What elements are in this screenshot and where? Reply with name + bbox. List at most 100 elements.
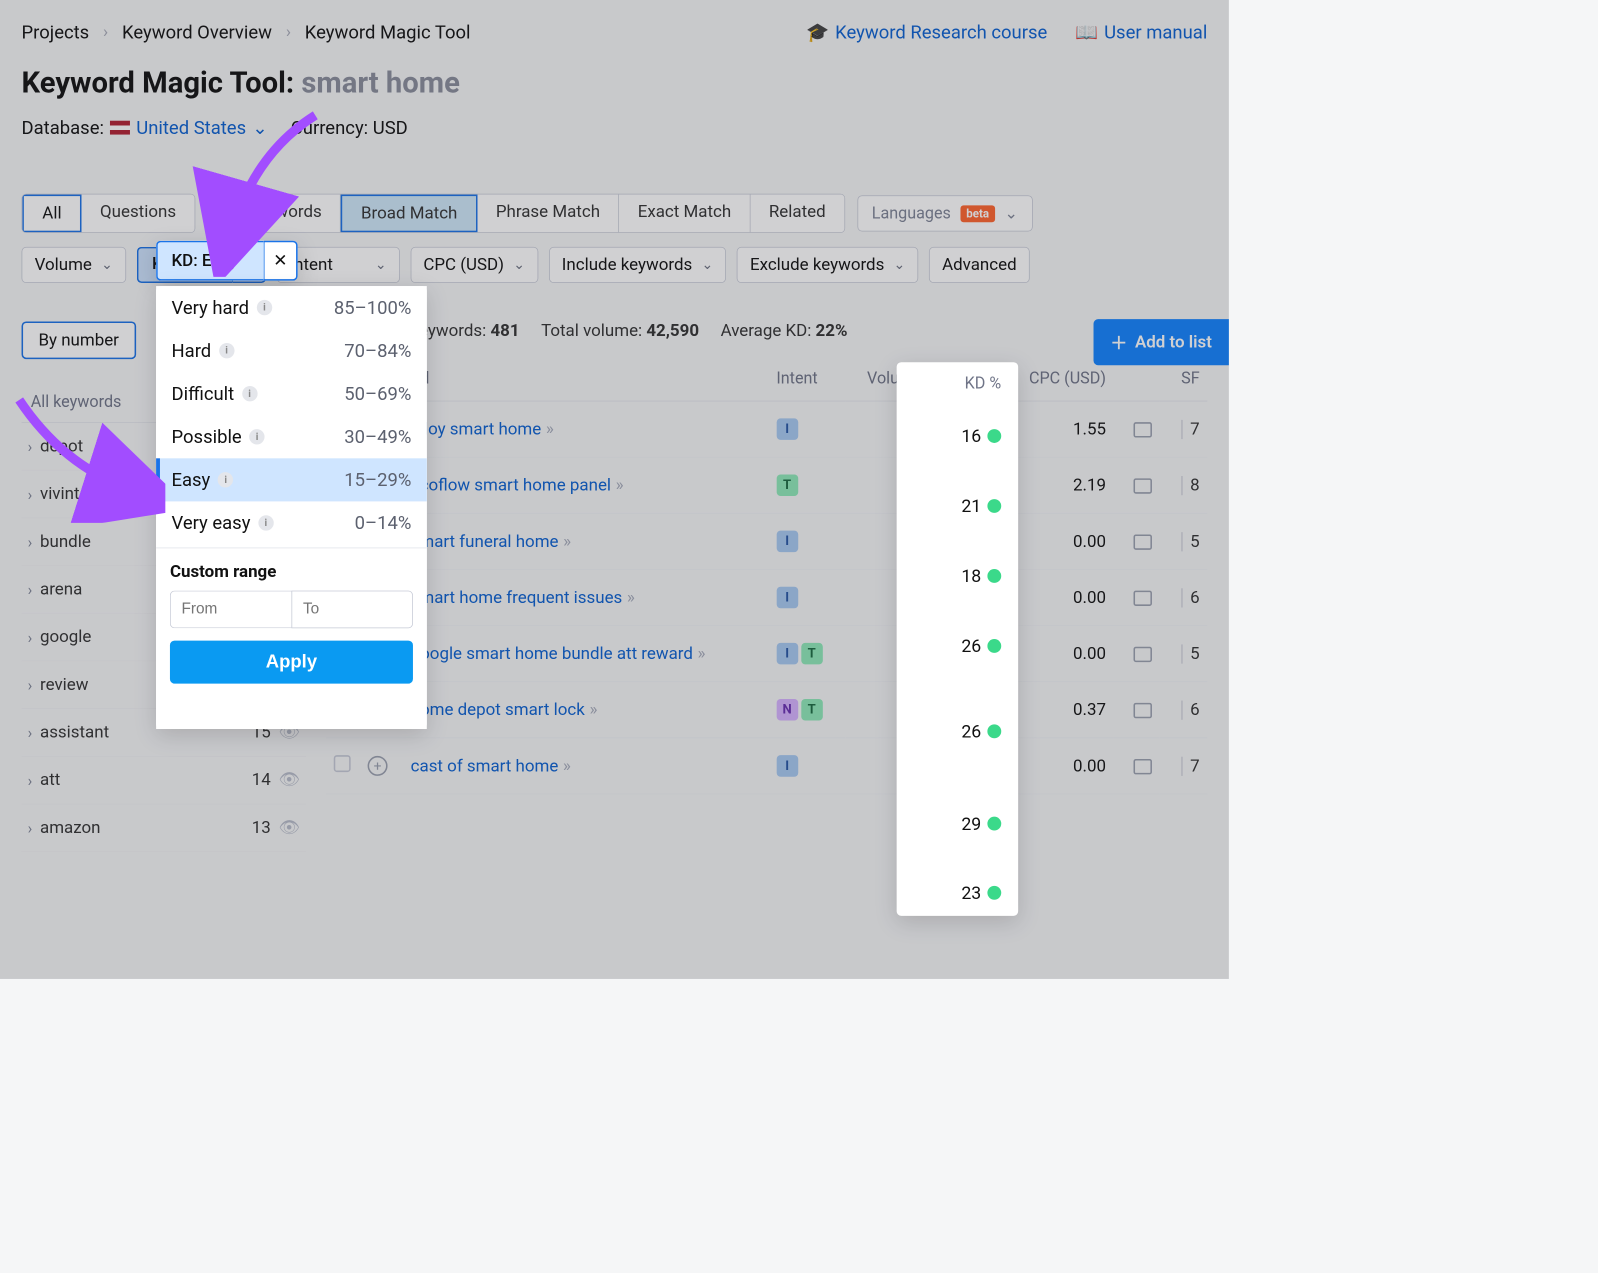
chevron-double-right-icon: » <box>563 532 571 551</box>
kd-option-very-easy[interactable]: Very easyi0–14% <box>156 501 427 544</box>
sidebar-item-att[interactable]: ›att 14👁 <box>22 757 307 805</box>
chevron-double-right-icon: » <box>546 419 554 438</box>
serp-icon[interactable] <box>1134 759 1152 774</box>
chevron-right-icon: › <box>28 819 33 837</box>
chevron-down-icon: ⌄ <box>101 257 113 273</box>
table-row: + google smart home bundle att reward» I… <box>326 626 1207 682</box>
table-row: + cast of smart home» I 590 23 0.00 7 <box>326 738 1207 794</box>
kd-option-range: 85–100% <box>334 297 412 319</box>
serp-icon[interactable] <box>1134 646 1152 661</box>
kd-option-range: 70–84% <box>344 340 411 362</box>
add-keyword-icon[interactable]: + <box>368 756 388 776</box>
kd-option-difficult[interactable]: Difficulti50–69% <box>156 372 427 415</box>
serp-icon[interactable] <box>1134 534 1152 549</box>
filter-include-keywords[interactable]: Include keywords⌄ <box>549 247 726 283</box>
serp-icon[interactable] <box>1134 478 1152 493</box>
col-intent[interactable]: Intent <box>769 358 845 401</box>
cell-cpc: 1.55 <box>1005 401 1114 457</box>
kd-option-range: 30–49% <box>344 426 411 448</box>
keyword-link[interactable]: home depot smart lock <box>411 700 585 719</box>
chevron-right-icon: › <box>28 628 33 646</box>
kd-dot-icon <box>987 886 1001 900</box>
kd-option-hard[interactable]: Hardi70–84% <box>156 329 427 372</box>
info-icon: i <box>257 300 272 315</box>
chevron-right-icon: › <box>103 23 108 42</box>
tab-questions[interactable]: Questions <box>82 195 195 233</box>
col-kd-spot[interactable]: KD % <box>897 362 1019 405</box>
kd-option-easy[interactable]: Easyi15–29% <box>156 458 427 501</box>
custom-range-to[interactable] <box>291 591 413 629</box>
kd-option-range: 15–29% <box>344 469 411 491</box>
sidebar-item-amazon[interactable]: ›amazon 13👁 <box>22 804 307 852</box>
custom-range-from[interactable] <box>170 591 292 629</box>
tab-broad-match[interactable]: Broad Match <box>341 195 477 233</box>
kd-col-cell: 23 <box>897 870 1019 916</box>
kd-option-possible[interactable]: Possiblei30–49% <box>156 415 427 458</box>
plus-icon: ＋ <box>1110 330 1127 355</box>
sidebar-item-label: att <box>40 771 60 790</box>
keyword-link[interactable]: ecoflow smart home panel <box>411 476 611 495</box>
table-row: + ecoflow smart home panel» T 1.0K 21 2.… <box>326 457 1207 513</box>
chevron-double-right-icon: » <box>698 644 706 663</box>
kd-option-very-hard[interactable]: Very hard i 85–100% <box>156 286 427 329</box>
add-to-list-button[interactable]: ＋Add to list <box>1093 319 1228 365</box>
keyword-link[interactable]: cast of smart home <box>411 756 559 775</box>
intent-badge-T: T <box>776 474 798 496</box>
kd-col-cell: 21 <box>897 467 1019 545</box>
crumb-projects[interactable]: Projects <box>22 22 90 44</box>
chevron-down-icon: ⌄ <box>701 257 713 273</box>
chevron-right-icon: › <box>28 723 33 741</box>
cell-cpc: 0.00 <box>1005 569 1114 625</box>
custom-range-label: Custom range <box>170 562 413 581</box>
row-checkbox[interactable] <box>334 755 351 772</box>
tab-phrase-match[interactable]: Phrase Match <box>477 195 619 233</box>
tab-all[interactable]: All <box>22 195 81 233</box>
link-research-course[interactable]: 🎓Keyword Research course <box>806 22 1047 44</box>
kd-col-cell: 18 <box>897 545 1019 607</box>
crumb-overview[interactable]: Keyword Overview <box>122 22 272 44</box>
serp-icon[interactable] <box>1134 422 1152 437</box>
link-user-manual[interactable]: 📖User manual <box>1075 22 1207 44</box>
kd-dot-icon <box>987 639 1001 653</box>
keyword-type-tabs: All Questions <box>22 194 196 233</box>
keyword-link[interactable]: google smart home bundle att reward <box>411 644 693 663</box>
kd-option-label: Very hard <box>171 297 249 319</box>
book-icon: 📖 <box>1075 22 1098 44</box>
apply-button[interactable]: Apply <box>170 641 413 684</box>
filter-exclude-keywords[interactable]: Exclude keywords⌄ <box>737 247 918 283</box>
filter-advanced[interactable]: Advanced <box>929 247 1030 283</box>
cell-sf: 7 <box>1181 756 1200 775</box>
database-selector[interactable]: Database: United States ⌄ <box>22 117 268 139</box>
filter-kd-spot[interactable]: KD: Easy <box>156 241 264 281</box>
keyword-link[interactable]: smart home frequent issues <box>411 588 623 607</box>
filter-kd-clear-spot[interactable]: ✕ <box>264 241 298 281</box>
cell-cpc: 0.00 <box>1005 738 1114 794</box>
sidebar-item-label: amazon <box>40 818 100 837</box>
table-row: + smart home frequent issues» I 1.0K 26 … <box>326 569 1207 625</box>
crumb-tool[interactable]: Keyword Magic Tool <box>305 22 471 44</box>
kd-option-range: 50–69% <box>344 383 411 405</box>
filter-volume[interactable]: Volume⌄ <box>22 247 126 283</box>
chevron-double-right-icon: » <box>563 756 571 775</box>
tab-exact-match[interactable]: Exact Match <box>619 195 750 233</box>
chevron-double-right-icon: » <box>627 588 635 607</box>
cell-sf: 5 <box>1181 644 1200 663</box>
table-row: + smart funeral home» I 1.0K 18 0.00 5 <box>326 513 1207 569</box>
chevron-right-icon: › <box>28 580 33 598</box>
match-type-tabs: All keywords Broad Match Phrase Match Ex… <box>208 194 845 233</box>
sort-by-number[interactable]: By number <box>22 321 136 359</box>
intent-badge-N: N <box>776 699 798 721</box>
tab-all-keywords[interactable]: All keywords <box>208 195 341 233</box>
beta-badge: beta <box>960 205 995 222</box>
filter-cpc[interactable]: CPC (USD)⌄ <box>410 247 538 283</box>
page-title: Keyword Magic Tool: smart home <box>22 66 1208 100</box>
graduation-cap-icon: 🎓 <box>806 22 829 44</box>
languages-dropdown[interactable]: Languages beta ⌄ <box>857 195 1032 231</box>
keyword-link[interactable]: smart funeral home <box>411 532 559 551</box>
intent-badge-I: I <box>776 531 798 553</box>
tab-related[interactable]: Related <box>750 195 844 233</box>
serp-icon[interactable] <box>1134 590 1152 605</box>
table-row: + home depot smart lock» NT 880 29 0.37 … <box>326 682 1207 738</box>
keyword-link[interactable]: alloy smart home <box>411 419 542 438</box>
serp-icon[interactable] <box>1134 703 1152 718</box>
